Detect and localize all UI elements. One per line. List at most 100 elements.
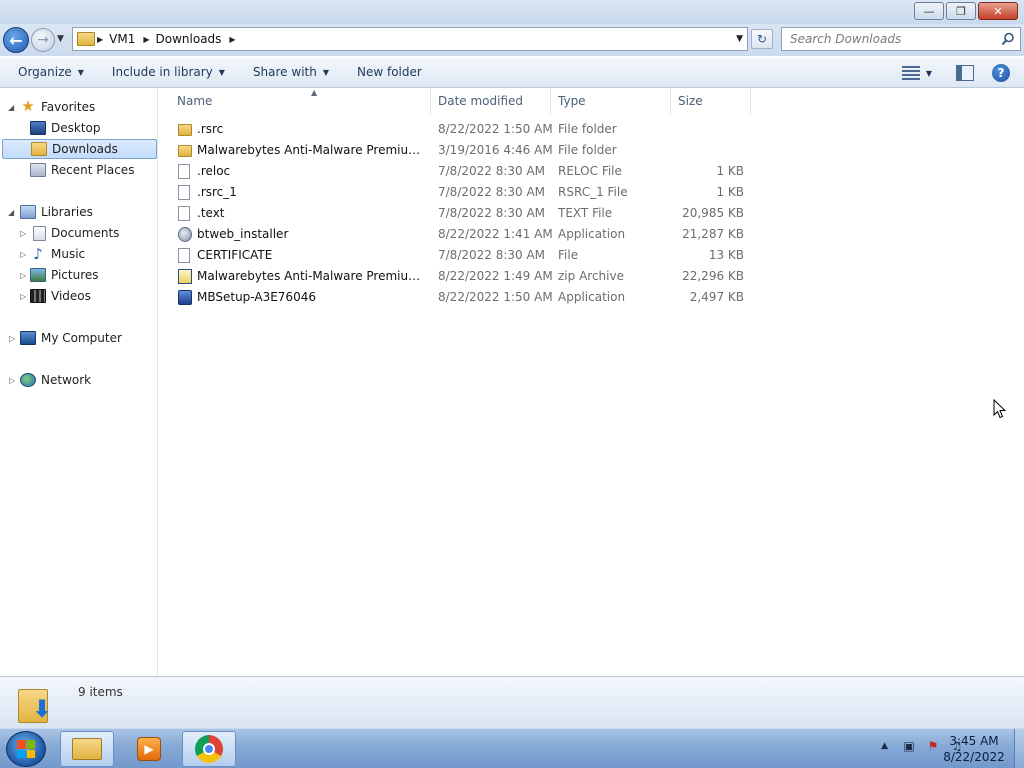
organize-button[interactable]: Organize ▼: [8, 59, 94, 85]
file-type: Application: [558, 290, 626, 304]
refresh-button[interactable]: ↻: [751, 29, 773, 49]
nav-label: Libraries: [41, 205, 93, 219]
new-folder-button[interactable]: New folder: [347, 59, 432, 85]
table-row[interactable]: .rsrc 8/22/2022 1:50 AM File folder: [175, 119, 935, 140]
share-with-button[interactable]: Share with ▼: [243, 59, 339, 85]
address-row: ← → ▼ ▶ VM1 ▶ Downloads ▶ ▼ ↻: [0, 24, 1024, 56]
window-controls: — ❐ ✕: [912, 2, 1018, 20]
nav-desktop[interactable]: Desktop: [0, 118, 158, 138]
file-list: Name ▲ Date modified Type Size .rsrc 8/2…: [159, 88, 1024, 676]
file-icon: [178, 164, 190, 179]
chevron-down-icon: ▼: [77, 67, 84, 77]
folder-icon: [77, 32, 95, 46]
table-row[interactable]: CERTIFICATE 7/8/2022 8:30 AM File 13 KB: [175, 245, 935, 266]
media-player-icon: ▶: [137, 737, 161, 761]
start-button[interactable]: [6, 731, 46, 767]
nav-label: Pictures: [51, 268, 99, 282]
file-name: .text: [197, 206, 225, 220]
include-in-library-button[interactable]: Include in library ▼: [102, 59, 235, 85]
file-size: 21,287 KB: [682, 227, 744, 241]
back-button[interactable]: ←: [3, 27, 29, 53]
nav-videos[interactable]: Videos: [0, 286, 158, 306]
help-icon[interactable]: ?: [992, 64, 1010, 82]
network-tray-icon[interactable]: ▣: [902, 739, 916, 753]
search-box[interactable]: [781, 27, 1021, 51]
file-size: 13 KB: [708, 248, 744, 262]
include-in-library-label: Include in library: [111, 65, 213, 79]
close-button[interactable]: ✕: [978, 2, 1018, 20]
breadcrumb-downloads[interactable]: Downloads ▶: [156, 32, 236, 46]
folder-icon: [178, 124, 192, 136]
show-hidden-icons-icon[interactable]: ▲: [881, 741, 888, 751]
nav-label: Downloads: [52, 142, 118, 156]
clock-time: 3:45 AM: [949, 734, 999, 748]
downloads-folder-icon: [31, 142, 47, 156]
breadcrumb-vm1[interactable]: VM1 ▶: [109, 32, 149, 46]
file-size: 1 KB: [716, 185, 744, 199]
column-header-name[interactable]: Name ▲: [171, 88, 431, 114]
table-row[interactable]: Malwarebytes Anti-Malware Premium 2.... …: [175, 266, 935, 287]
chevron-down-icon: ▼: [322, 67, 329, 77]
chevron-right-icon[interactable]: ▶: [97, 35, 103, 44]
nav-favorites[interactable]: ★ Favorites: [0, 97, 158, 117]
nav-label: Videos: [51, 289, 91, 303]
nav-music[interactable]: ♪ Music: [0, 244, 158, 264]
nav-downloads[interactable]: Downloads: [2, 139, 157, 159]
search-input[interactable]: [782, 28, 982, 50]
music-icon: ♪: [33, 245, 43, 263]
search-icon[interactable]: [1001, 32, 1015, 46]
nav-label: My Computer: [41, 331, 122, 345]
column-label: Size: [678, 94, 703, 108]
show-desktop-button[interactable]: [1014, 729, 1024, 768]
file-name: .rsrc: [197, 122, 224, 136]
file-type: File folder: [558, 143, 617, 157]
chevron-down-icon[interactable]: ▼: [926, 69, 932, 78]
minimize-button[interactable]: —: [914, 2, 944, 20]
table-row[interactable]: .text 7/8/2022 8:30 AM TEXT File 20,985 …: [175, 203, 935, 224]
file-size: 2,497 KB: [689, 290, 744, 304]
nav-libraries[interactable]: Libraries: [0, 202, 158, 222]
file-date: 3/19/2016 4:46 AM: [438, 143, 553, 157]
file-date: 7/8/2022 8:30 AM: [438, 185, 546, 199]
address-dropdown-icon[interactable]: ▼: [736, 34, 743, 44]
column-header-size[interactable]: Size: [671, 88, 751, 114]
nav-my-computer[interactable]: My Computer: [0, 328, 158, 348]
table-row[interactable]: .reloc 7/8/2022 8:30 AM RELOC File 1 KB: [175, 161, 935, 182]
file-size: 20,985 KB: [682, 206, 744, 220]
recent-places-icon: [30, 163, 46, 177]
column-header-date[interactable]: Date modified: [431, 88, 551, 114]
downloads-folder-icon: ⬇: [18, 683, 54, 723]
nav-network[interactable]: Network: [0, 370, 158, 390]
column-label: Type: [558, 94, 586, 108]
nav-documents[interactable]: Documents: [0, 223, 158, 243]
nav-pictures[interactable]: Pictures: [0, 265, 158, 285]
file-size: 1 KB: [716, 164, 744, 178]
preview-pane-icon[interactable]: [956, 65, 974, 81]
taskbar-media-player-button[interactable]: ▶: [122, 731, 176, 767]
breadcrumb-label: Downloads: [155, 32, 222, 46]
table-row[interactable]: MBSetup-A3E76046 8/22/2022 1:50 AM Appli…: [175, 287, 935, 308]
maximize-button[interactable]: ❐: [946, 2, 976, 20]
table-row[interactable]: Malwarebytes Anti-Malware Premium 2.... …: [175, 140, 935, 161]
file-date: 7/8/2022 8:30 AM: [438, 164, 546, 178]
organize-label: Organize: [18, 65, 72, 79]
forward-button[interactable]: →: [31, 28, 55, 52]
chevron-right-icon[interactable]: ▶: [143, 35, 149, 44]
nav-label: Documents: [51, 226, 120, 240]
table-row[interactable]: .rsrc_1 7/8/2022 8:30 AM RSRC_1 File 1 K…: [175, 182, 935, 203]
chevron-right-icon[interactable]: ▶: [229, 35, 235, 44]
table-row[interactable]: btweb_installer 8/22/2022 1:41 AM Applic…: [175, 224, 935, 245]
file-name: CERTIFICATE: [197, 248, 273, 262]
column-header-type[interactable]: Type: [551, 88, 671, 114]
libraries-icon: [20, 205, 36, 219]
taskbar-explorer-button[interactable]: [60, 731, 114, 767]
address-bar[interactable]: ▶ VM1 ▶ Downloads ▶ ▼: [72, 27, 748, 51]
file-icon: [178, 206, 190, 221]
nav-recent-places[interactable]: Recent Places: [0, 160, 158, 180]
taskbar-chrome-button[interactable]: [182, 731, 236, 767]
recent-pages-dropdown[interactable]: ▼: [57, 34, 64, 44]
clock[interactable]: 3:45 AM 8/22/2022: [938, 733, 1010, 765]
file-icon: [178, 248, 190, 263]
item-count: 9 items: [78, 685, 123, 699]
change-view-icon[interactable]: [901, 66, 920, 80]
